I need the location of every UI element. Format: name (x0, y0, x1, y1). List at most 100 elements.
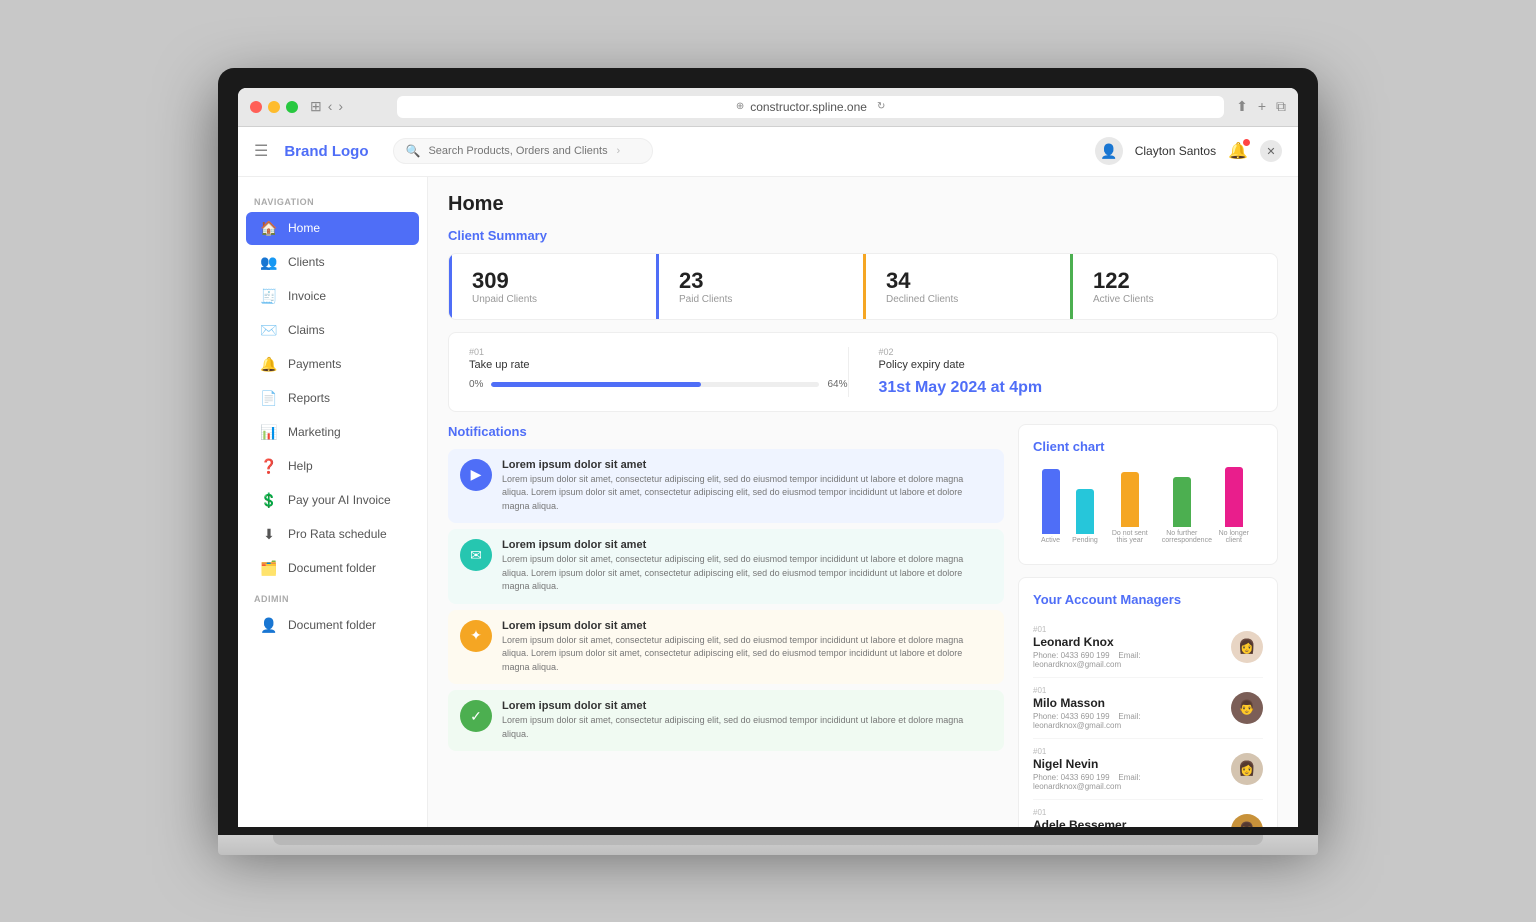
summary-card-paid: 23 Paid Clients (656, 254, 863, 319)
invoice-icon: 🧾 (260, 288, 278, 305)
notif-text-3: Lorem ipsum dolor sit amet, consectetur … (502, 634, 992, 675)
tabs-icon[interactable]: ⧉ (1276, 98, 1286, 115)
sidebar-item-claims-label: Claims (288, 323, 325, 337)
doc-folder-admin-icon: 👤 (260, 617, 278, 634)
manager-contact-1: Phone: 0433 690 199 Email: leonardknox@g… (1033, 651, 1221, 669)
manager-info-2: #01 Milo Masson Phone: 0433 690 199 Emai… (1033, 686, 1221, 730)
manager-phone-1: Phone: 0433 690 199 (1033, 651, 1110, 660)
sidebar-item-help[interactable]: ❓ Help (246, 450, 419, 483)
notif-item-1[interactable]: ▶ Lorem ipsum dolor sit amet Lorem ipsum… (448, 449, 1004, 524)
manager-avatar-4: 👨 (1231, 814, 1263, 827)
active-count: 122 (1093, 268, 1154, 294)
sidebar-item-pay-ai-label: Pay your AI Invoice (288, 493, 391, 507)
manager-name-2: Milo Masson (1033, 696, 1221, 710)
sidebar-item-home-label: Home (288, 221, 320, 235)
manager-item-4: #01 Adele Bessemer Phone: 0433 690 199 E… (1033, 800, 1263, 827)
manager-item-1: #01 Leonard Knox Phone: 0433 690 199 Ema… (1033, 617, 1263, 678)
browser-chrome: ⊞ ‹ › ⊕ constructor.spline.one ↻ ⬆ + ⧉ (238, 88, 1298, 827)
paid-label: Paid Clients (679, 294, 732, 305)
manager-info-3: #01 Nigel Nevin Phone: 0433 690 199 Emai… (1033, 747, 1221, 791)
sidebar-item-pro-rata[interactable]: ⬇ Pro Rata schedule (246, 518, 419, 551)
sidebar-item-doc-folder-nav[interactable]: 🗂️ Document folder (246, 552, 419, 585)
bottom-row: Notifications ▶ Lorem ipsum dolor sit am… (448, 424, 1278, 827)
pay-ai-icon: 💲 (260, 492, 278, 509)
hamburger-menu-icon[interactable]: ☰ (254, 141, 268, 161)
refresh-icon[interactable]: ↻ (877, 101, 885, 112)
metric-2-num: #02 (879, 347, 1258, 357)
chart-bars: Active Pending Do not sent (1033, 464, 1263, 544)
traffic-lights (250, 101, 298, 113)
new-tab-icon[interactable]: + (1258, 98, 1266, 115)
minimize-traffic-light[interactable] (268, 101, 280, 113)
laptop-frame: ⊞ ‹ › ⊕ constructor.spline.one ↻ ⬆ + ⧉ (218, 68, 1318, 855)
notif-item-3[interactable]: ✦ Lorem ipsum dolor sit amet Lorem ipsum… (448, 610, 1004, 685)
metrics-row: #01 Take up rate 0% 64% (448, 332, 1278, 412)
back-icon[interactable]: ‹ (328, 98, 333, 115)
notif-avatar-3: ✦ (460, 620, 492, 652)
user-avatar: 👤 (1095, 137, 1123, 165)
close-traffic-light[interactable] (250, 101, 262, 113)
payments-icon: 🔔 (260, 356, 278, 373)
bar-no-longer-label: No longer client (1214, 530, 1254, 544)
sidebar-item-reports[interactable]: 📄 Reports (246, 382, 419, 415)
notif-title-1: Lorem ipsum dolor sit amet (502, 459, 992, 471)
bar-no-further-label: No further correspondence (1162, 530, 1202, 544)
paid-count: 23 (679, 268, 732, 294)
sidebar-item-pro-rata-label: Pro Rata schedule (288, 527, 387, 541)
notif-text-4: Lorem ipsum dolor sit amet, consectetur … (502, 714, 992, 741)
pro-rata-icon: ⬇ (260, 526, 278, 543)
right-panel: Client chart Active Pending (1018, 424, 1278, 827)
home-icon: 🏠 (260, 220, 278, 237)
sidebar-item-doc-folder-admin[interactable]: 👤 Document folder (246, 609, 419, 642)
sidebar-item-payments[interactable]: 🔔 Payments (246, 348, 419, 381)
notif-item-4[interactable]: ✓ Lorem ipsum dolor sit amet Lorem ipsum… (448, 690, 1004, 751)
sidebar-item-clients[interactable]: 👥 Clients (246, 246, 419, 279)
manager-name-4: Adele Bessemer (1033, 818, 1221, 827)
sidebar-item-claims[interactable]: ✉️ Claims (246, 314, 419, 347)
notif-text-1: Lorem ipsum dolor sit amet, consectetur … (502, 473, 992, 514)
sidebar-item-home[interactable]: 🏠 Home (246, 212, 419, 245)
chart-bar-pending: Pending (1072, 489, 1098, 544)
laptop-screen: ⊞ ‹ › ⊕ constructor.spline.one ↻ ⬆ + ⧉ (218, 68, 1318, 835)
chart-bar-not-sent: Do not sent this year (1110, 472, 1150, 544)
notification-icon[interactable]: 🔔 (1228, 141, 1248, 161)
claims-icon: ✉️ (260, 322, 278, 339)
address-bar[interactable]: ⊕ constructor.spline.one ↻ (397, 96, 1224, 118)
browser-titlebar: ⊞ ‹ › ⊕ constructor.spline.one ↻ ⬆ + ⧉ (238, 88, 1298, 127)
progress-start: 0% (469, 379, 483, 390)
admin-section-label: ADIMIN (238, 586, 427, 608)
notifications-title: Notifications (448, 424, 1004, 439)
notif-title-2: Lorem ipsum dolor sit amet (502, 539, 992, 551)
sidebar-toggle-icon[interactable]: ⊞ (310, 98, 322, 115)
maximize-traffic-light[interactable] (286, 101, 298, 113)
sidebar-item-reports-label: Reports (288, 391, 330, 405)
policy-date: 31st May 2024 at 4pm (879, 379, 1258, 397)
managers-title: Your Account Managers (1033, 592, 1263, 607)
manager-name-3: Nigel Nevin (1033, 757, 1221, 771)
reports-icon: 📄 (260, 390, 278, 407)
manager-num-4: #01 (1033, 808, 1221, 817)
sidebar-item-pay-ai[interactable]: 💲 Pay your AI Invoice (246, 484, 419, 517)
browser-nav-icons: ⊞ ‹ › (310, 98, 343, 115)
manager-item-3: #01 Nigel Nevin Phone: 0433 690 199 Emai… (1033, 739, 1263, 800)
search-input[interactable] (428, 145, 608, 157)
clients-icon: 👥 (260, 254, 278, 271)
progress-bar (491, 382, 819, 387)
metric-policy-expiry: #02 Policy expiry date 31st May 2024 at … (848, 347, 1258, 397)
manager-info-4: #01 Adele Bessemer Phone: 0433 690 199 E… (1033, 808, 1221, 827)
managers-section: Your Account Managers #01 Leonard Knox P… (1018, 577, 1278, 827)
search-bar[interactable]: 🔍 › (393, 138, 653, 164)
notif-content-2: Lorem ipsum dolor sit amet Lorem ipsum d… (502, 539, 992, 594)
summary-card-declined: 34 Declined Clients (863, 254, 1070, 319)
notif-item-2[interactable]: ✉ Lorem ipsum dolor sit amet Lorem ipsum… (448, 529, 1004, 604)
sidebar-item-marketing[interactable]: 📊 Marketing (246, 416, 419, 449)
search-submit-icon[interactable]: › (616, 145, 620, 157)
metric-1-num: #01 (469, 347, 848, 357)
notif-avatar-4: ✓ (460, 700, 492, 732)
sidebar-item-invoice[interactable]: 🧾 Invoice (246, 280, 419, 313)
forward-icon[interactable]: › (338, 98, 343, 115)
notif-content-4: Lorem ipsum dolor sit amet Lorem ipsum d… (502, 700, 992, 741)
share-icon[interactable]: ⬆ (1236, 98, 1248, 115)
close-app-button[interactable]: ✕ (1260, 140, 1282, 162)
chart-bar-no-longer: No longer client (1214, 467, 1254, 544)
